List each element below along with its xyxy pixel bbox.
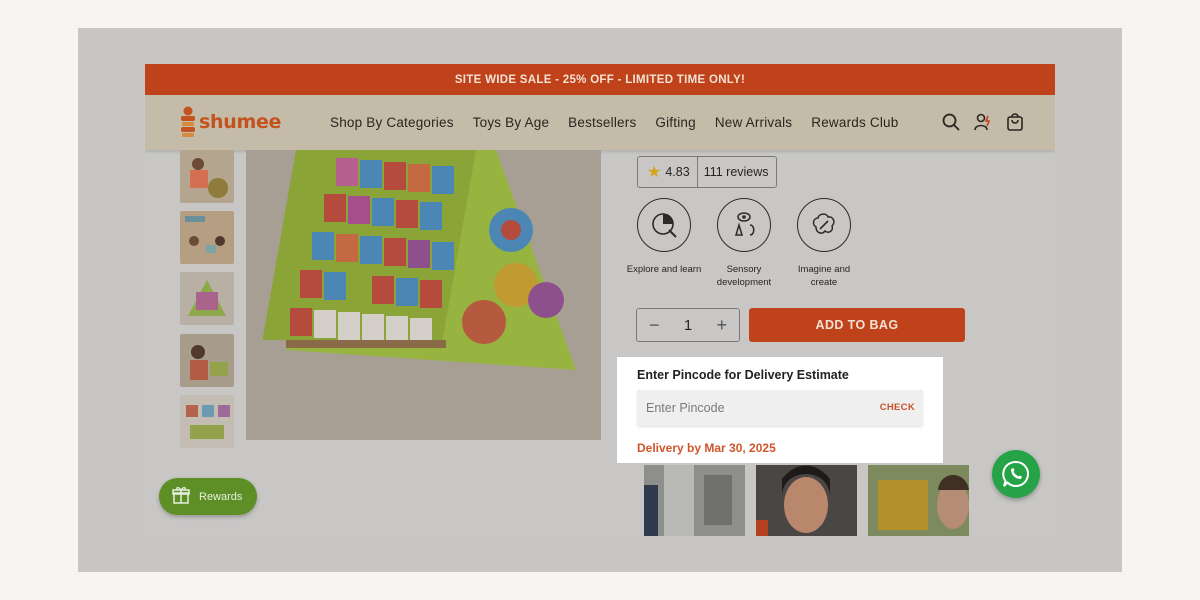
- pincode-field-wrapper: CHECK: [637, 390, 923, 426]
- product-page: SITE WIDE SALE - 25% OFF - LIMITED TIME …: [145, 64, 1055, 536]
- add-to-bag-button[interactable]: ADD TO BAG: [749, 308, 965, 342]
- nav-new-arrivals[interactable]: New Arrivals: [715, 115, 792, 130]
- star-icon: ★: [647, 164, 662, 181]
- thumbnail-2[interactable]: [180, 211, 234, 264]
- increase-quantity-button[interactable]: +: [716, 316, 727, 334]
- nav-shop-by-categories[interactable]: Shop By Categories: [330, 115, 454, 130]
- whatsapp-chat-button[interactable]: [992, 450, 1040, 498]
- rewards-label: Rewards: [199, 490, 243, 503]
- search-icon[interactable]: [941, 112, 961, 132]
- check-button[interactable]: CHECK: [880, 402, 915, 413]
- pincode-title: Enter Pincode for Delivery Estimate: [637, 368, 849, 382]
- quantity-stepper: − 1 +: [636, 308, 740, 342]
- quantity-value[interactable]: 1: [684, 317, 692, 334]
- site-header: shumee Shop By Categories Toys By Age Be…: [145, 95, 1055, 150]
- feature-label: Imagine and create: [797, 264, 851, 288]
- nav-gifting[interactable]: Gifting: [655, 115, 695, 130]
- sensory-icon: [717, 198, 771, 252]
- account-icon[interactable]: [973, 112, 993, 132]
- nav-rewards-club[interactable]: Rewards Club: [811, 115, 898, 130]
- thumbnail-1[interactable]: [180, 150, 234, 203]
- imagine-icon: [797, 198, 851, 252]
- product-features: Explore and learn Sensory development Im…: [627, 198, 852, 289]
- brand-name: shumee: [199, 111, 282, 133]
- feature-label: Explore and learn: [626, 264, 702, 275]
- video-review-1[interactable]: [644, 465, 745, 536]
- header-icons: [941, 112, 1025, 132]
- feature-explore: Explore and learn: [627, 198, 701, 289]
- decrease-quantity-button[interactable]: −: [649, 316, 660, 334]
- feature-label: Sensory development: [716, 264, 772, 288]
- cart-icon[interactable]: [1005, 112, 1025, 132]
- gift-icon: [172, 486, 190, 507]
- video-review-3[interactable]: [868, 465, 969, 536]
- brand-logo[interactable]: shumee: [179, 105, 281, 139]
- thumbnail-5[interactable]: [180, 395, 234, 448]
- video-reviews: [644, 465, 969, 536]
- announcement-bar: SITE WIDE SALE - 25% OFF - LIMITED TIME …: [145, 64, 1055, 95]
- feature-sensory: Sensory development: [716, 198, 772, 289]
- product-main-image[interactable]: [246, 140, 601, 440]
- rating-score: 4.83: [665, 165, 690, 179]
- thumbnail-4[interactable]: [180, 334, 234, 387]
- nav-bestsellers[interactable]: Bestsellers: [568, 115, 636, 130]
- rating-badge[interactable]: ★ 4.83 111 reviews: [637, 156, 777, 188]
- logo-mascot-icon: [181, 106, 195, 137]
- pincode-section: Enter Pincode for Delivery Estimate CHEC…: [617, 357, 943, 463]
- delivery-estimate: Delivery by Mar 30, 2025: [637, 441, 776, 455]
- nav-toys-by-age[interactable]: Toys By Age: [473, 115, 550, 130]
- whatsapp-icon: [1002, 460, 1029, 487]
- main-nav: Shop By Categories Toys By Age Bestselle…: [330, 95, 917, 150]
- video-review-2[interactable]: [756, 465, 857, 536]
- rating-divider: [696, 156, 698, 188]
- rewards-button[interactable]: Rewards: [159, 478, 257, 515]
- feature-imagine: Imagine and create: [796, 198, 852, 289]
- pincode-input[interactable]: [637, 390, 857, 426]
- review-count: 111 reviews: [703, 165, 769, 179]
- explore-icon: [637, 198, 691, 252]
- thumbnail-3[interactable]: [180, 272, 234, 325]
